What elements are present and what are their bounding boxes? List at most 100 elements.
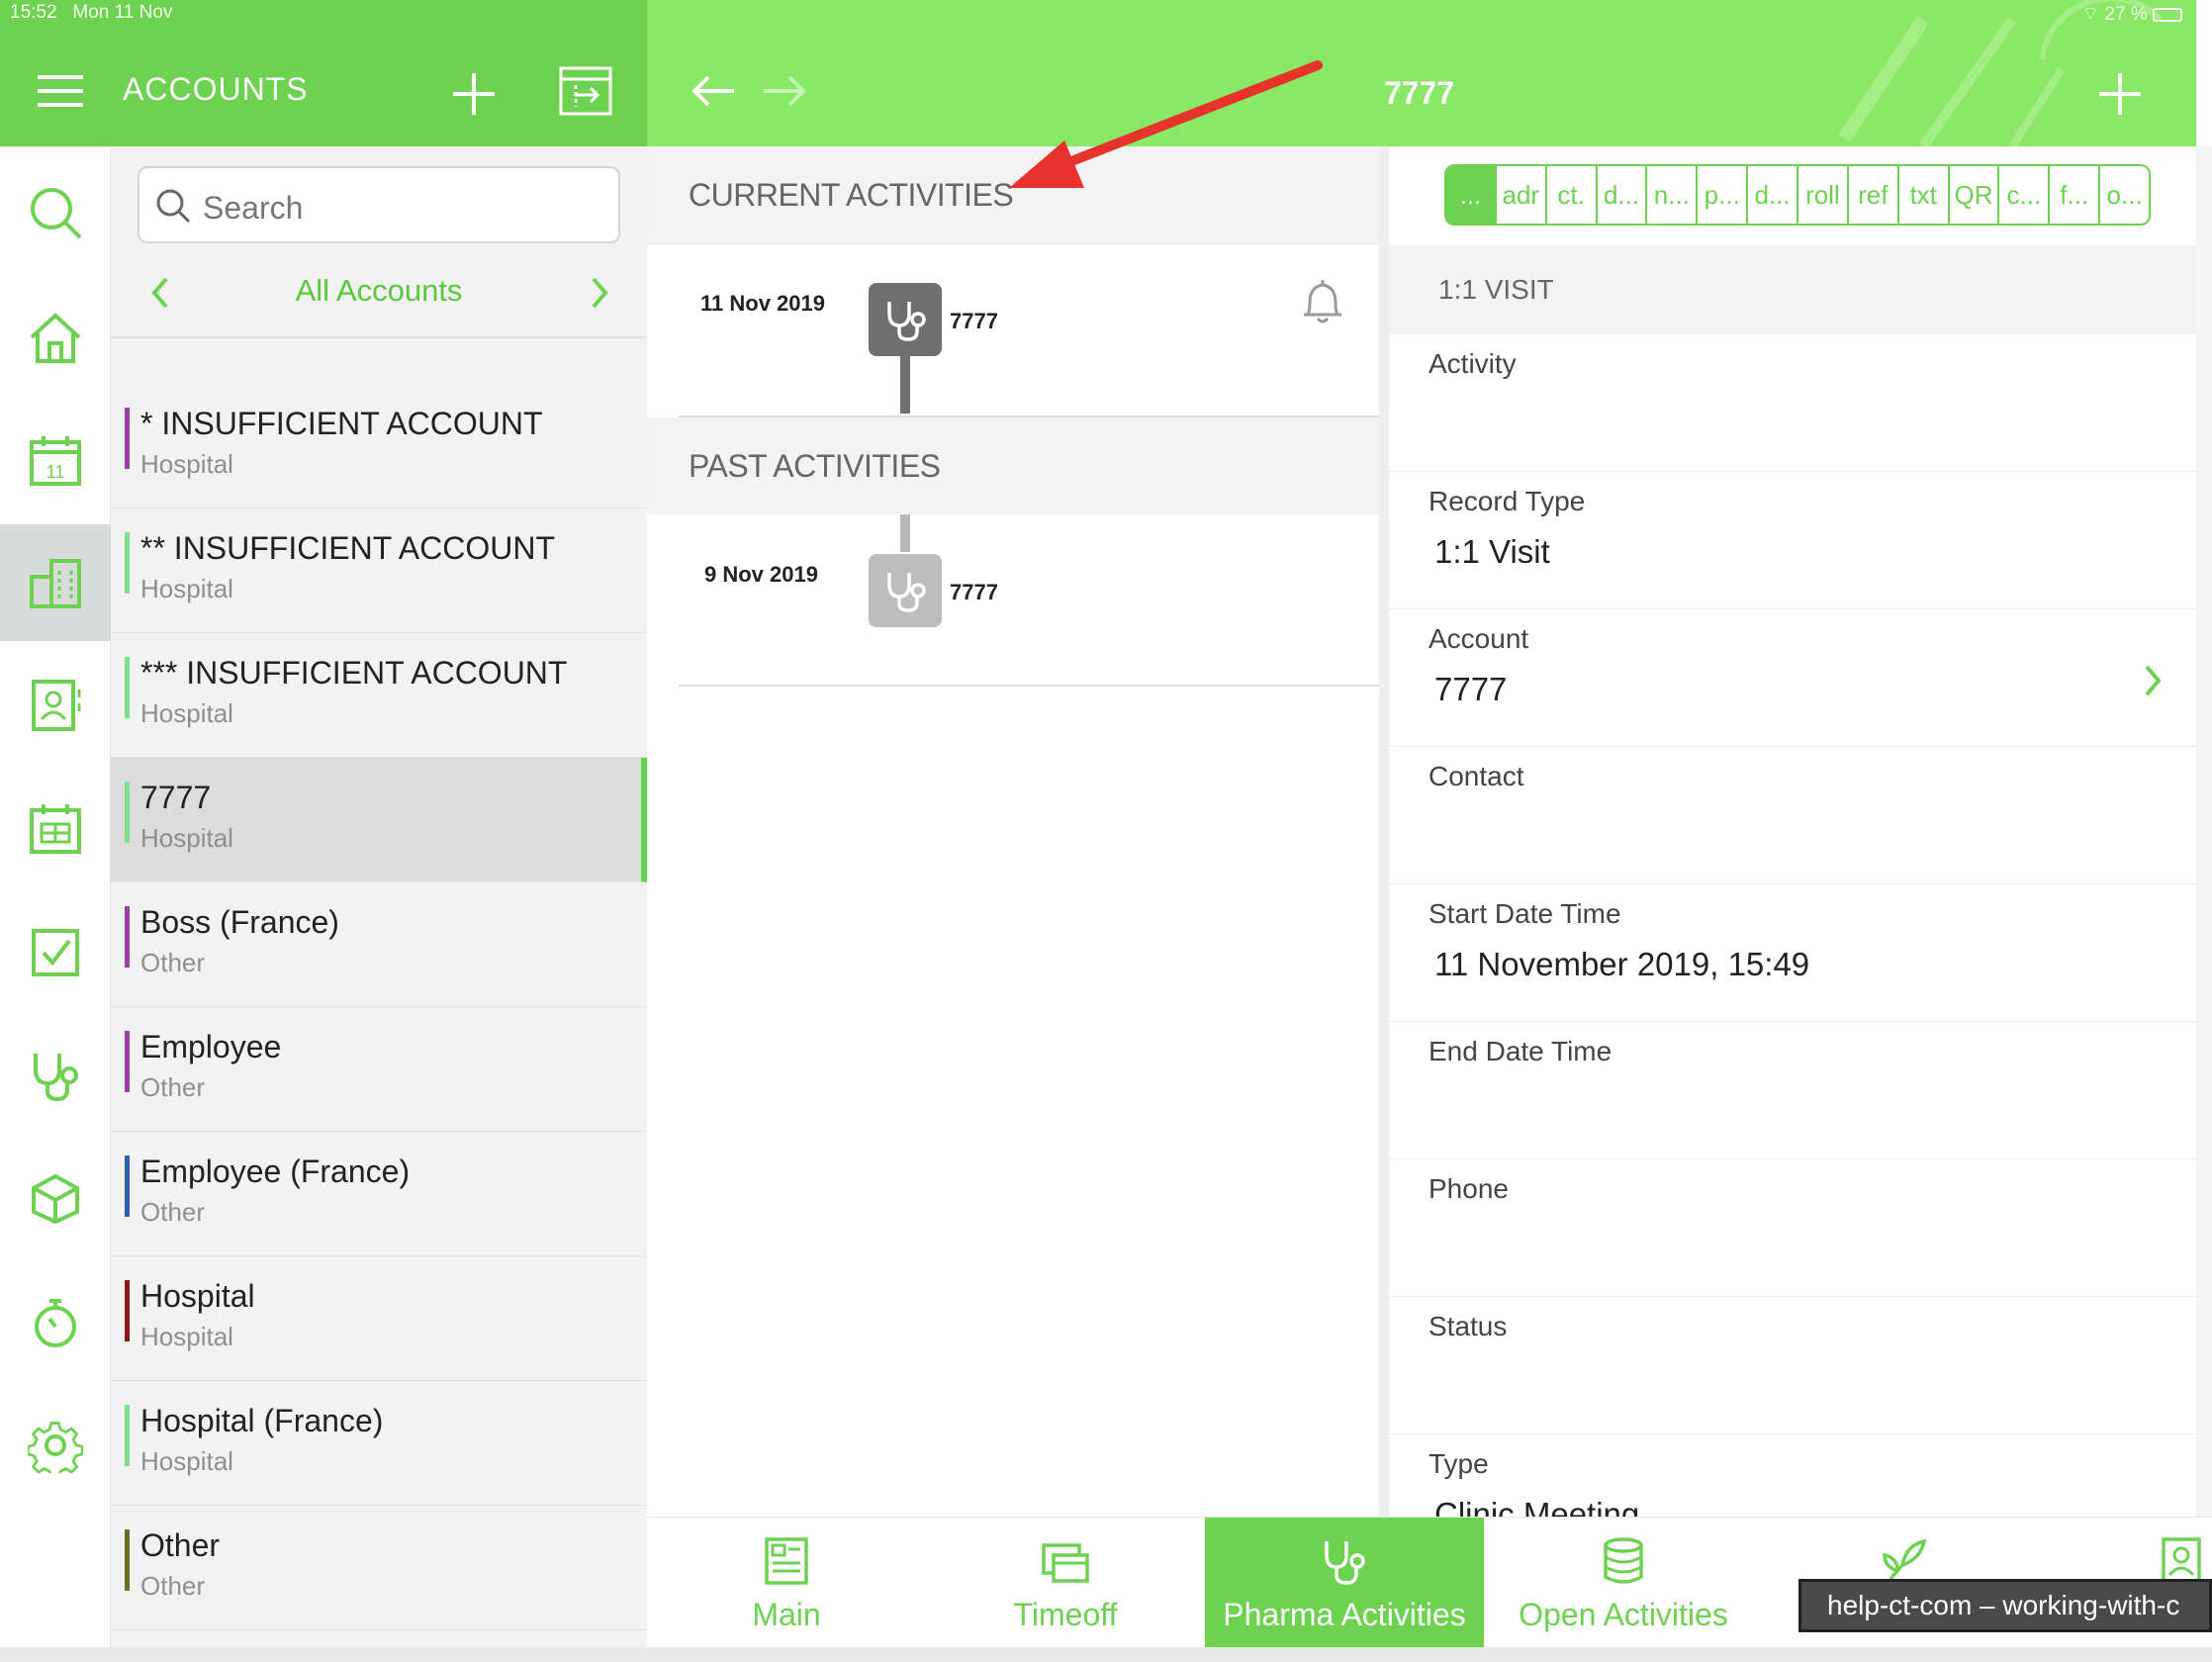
tag-button[interactable]: o...	[2100, 166, 2149, 224]
tab-main[interactable]: Main	[647, 1518, 926, 1648]
field-end-date-time[interactable]: End Date Time	[1389, 1022, 2196, 1159]
account-row[interactable]: Employee Other	[111, 1007, 647, 1132]
export-icon[interactable]	[558, 65, 613, 117]
field-label: Status	[1429, 1311, 1508, 1341]
chevron-right-icon[interactable]	[2141, 661, 2165, 700]
tag-button[interactable]: QR	[1950, 166, 2000, 224]
activities-panel: CURRENT ACTIVITIES 11 Nov 2019 7777 PAST…	[647, 146, 1379, 1517]
account-row[interactable]: Employee (France) Other	[111, 1132, 647, 1256]
account-type: Other	[140, 1197, 206, 1227]
tag-button[interactable]: ref	[1849, 166, 1899, 224]
forward-arrow-icon[interactable]	[762, 71, 807, 111]
field-start-date-time[interactable]: Start Date Time 11 November 2019, 15:49	[1389, 884, 2196, 1022]
tag-button[interactable]: ...	[1446, 166, 1497, 224]
past-activities-header: PAST ACTIVITIES	[647, 417, 1379, 514]
account-type: Hospital	[140, 823, 233, 853]
gear-icon[interactable]	[0, 1387, 111, 1504]
calendar-icon[interactable]: 11	[0, 402, 111, 518]
tab-label: Pharma Activities	[1223, 1597, 1466, 1632]
box-icon[interactable]	[0, 1140, 111, 1256]
search-icon[interactable]	[0, 154, 111, 271]
account-name: Hospital (France)	[140, 1403, 384, 1438]
account-row[interactable]: Hospital Hospital	[111, 1256, 647, 1381]
status-bar: 15:52 Mon 11 Nov ⌔ 27 %	[0, 0, 2212, 28]
schedule-icon[interactable]	[0, 770, 111, 886]
account-name: Other	[140, 1527, 221, 1563]
account-type: Hospital	[140, 698, 233, 728]
bottom-strip	[0, 1647, 2212, 1662]
account-row[interactable]: Boss (France) Other	[111, 882, 647, 1007]
accounts-panel: Search All Accounts * INSUFFICIENT ACCOU…	[111, 146, 647, 1647]
search-field-icon	[153, 186, 193, 226]
battery-icon	[2153, 7, 2182, 22]
tab-label: Main	[752, 1597, 821, 1632]
divider	[111, 336, 647, 338]
account-row[interactable]: *** INSUFFICIENT ACCOUNT Hospital	[111, 633, 647, 758]
timeoff-icon	[926, 1535, 1205, 1587]
back-arrow-icon[interactable]	[691, 71, 736, 111]
stethoscope-icon[interactable]	[0, 1017, 111, 1134]
account-row[interactable]: 7777 Hospital	[111, 758, 647, 882]
help-tooltip: help-ct-com – working-with-c	[1798, 1579, 2212, 1632]
tab-pharma-activities[interactable]: Pharma Activities	[1205, 1518, 1484, 1648]
add-activity-button[interactable]	[2097, 71, 2143, 117]
bell-icon[interactable]	[1300, 277, 1345, 326]
account-row[interactable]: Other Other	[111, 1506, 647, 1630]
account-name: *** INSUFFICIENT ACCOUNT	[140, 655, 568, 691]
tasks-checkbox-icon[interactable]	[0, 894, 111, 1011]
menu-icon[interactable]	[38, 71, 83, 111]
field-type[interactable]: Type Clinic Meeting	[1389, 1434, 2196, 1517]
account-type: Hospital	[140, 449, 233, 479]
field-label: Record Type	[1429, 486, 1586, 516]
contacts-icon[interactable]	[0, 647, 111, 764]
tag-button[interactable]: d...	[1748, 166, 1799, 224]
field-value: Clinic Meeting	[1434, 1496, 1640, 1517]
account-row[interactable]: Hospital (France) Hospital	[111, 1381, 647, 1506]
document-icon	[647, 1535, 926, 1587]
tab-open-activities[interactable]: Open Activities	[1484, 1518, 1763, 1648]
tag-button[interactable]: roll	[1798, 166, 1849, 224]
status-time-date: 15:52 Mon 11 Nov	[10, 2, 173, 23]
add-account-button[interactable]	[451, 71, 497, 117]
accounts-icon[interactable]	[0, 524, 111, 641]
tag-button[interactable]: p...	[1698, 166, 1749, 224]
account-color-bar	[125, 657, 130, 718]
selection-indicator	[1379, 239, 1389, 417]
tab-timeoff[interactable]: Timeoff	[926, 1518, 1205, 1648]
tag-button[interactable]: f...	[2050, 166, 2101, 224]
timeline-connector	[900, 356, 910, 414]
account-color-bar	[125, 1405, 130, 1466]
tag-button[interactable]: adr	[1497, 166, 1547, 224]
field-contact[interactable]: Contact	[1389, 747, 2196, 884]
account-row[interactable]: ** INSUFFICIENT ACCOUNT Hospital	[111, 508, 647, 633]
tag-button[interactable]: ct.	[1547, 166, 1598, 224]
panel-edge	[2196, 146, 2212, 1517]
field-phone[interactable]: Phone	[1389, 1159, 2196, 1297]
activity-detail-panel: 1:1 VISIT Activity Record Type 1:1 Visit Ac…	[1379, 146, 2196, 1517]
stethoscope-icon	[869, 554, 942, 627]
field-activity[interactable]: Activity	[1389, 334, 2196, 472]
tag-button[interactable]: d...	[1598, 166, 1648, 224]
field-record-type[interactable]: Record Type 1:1 Visit	[1389, 472, 2196, 609]
search-input[interactable]: Search	[138, 166, 620, 243]
account-name: ** INSUFFICIENT ACCOUNT	[140, 530, 555, 566]
svg-text:11: 11	[46, 462, 65, 482]
stopwatch-icon[interactable]	[0, 1264, 111, 1381]
field-value: 11 November 2019, 15:49	[1434, 946, 1810, 982]
field-value: 1:1 Visit	[1434, 533, 1550, 570]
field-account[interactable]: Account 7777	[1389, 609, 2196, 747]
filter-next-button[interactable]	[588, 273, 611, 313]
current-activity-item[interactable]: 11 Nov 2019 7777	[647, 245, 1379, 419]
filter-label[interactable]: All Accounts	[111, 273, 647, 309]
account-color-bar	[125, 1280, 130, 1341]
account-name: 7777	[140, 780, 212, 815]
tag-button[interactable]: n...	[1647, 166, 1699, 224]
field-label: Type	[1429, 1448, 1489, 1479]
field-status[interactable]: Status	[1389, 1297, 2196, 1434]
account-row[interactable]: * INSUFFICIENT ACCOUNT Hospital	[111, 384, 647, 508]
tag-button[interactable]: c...	[1999, 166, 2051, 224]
home-icon[interactable]	[0, 279, 111, 396]
past-activity-item[interactable]: 9 Nov 2019 7777	[647, 514, 1379, 689]
field-label: Contact	[1429, 761, 1524, 791]
tag-button[interactable]: txt	[1899, 166, 1950, 224]
